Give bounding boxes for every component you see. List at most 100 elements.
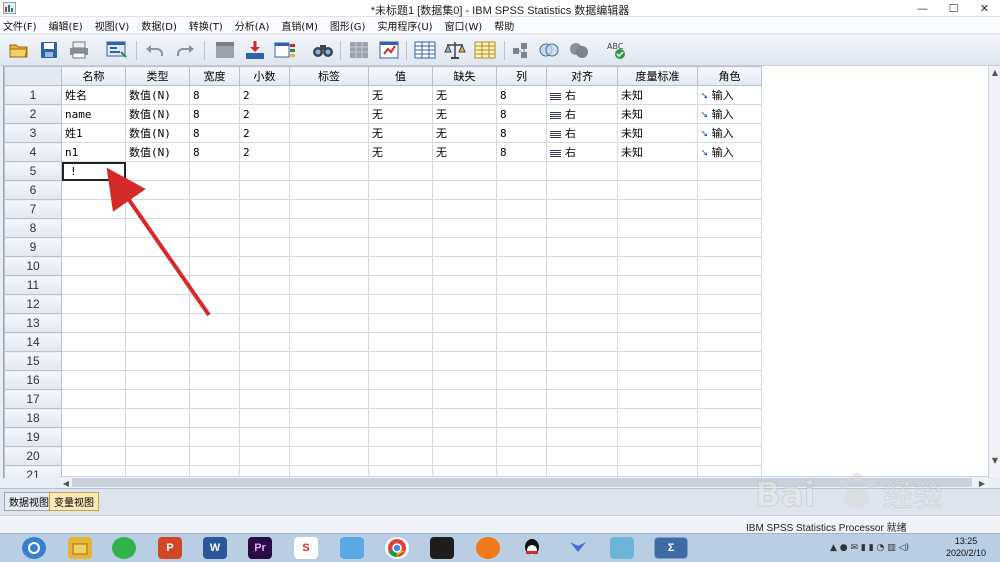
empty-cell[interactable] [546,218,618,238]
row-number[interactable]: 9 [4,237,62,257]
empty-cell[interactable] [496,370,547,390]
empty-cell[interactable] [61,294,126,314]
row-number[interactable]: 17 [4,389,62,409]
empty-cell[interactable] [125,389,190,409]
wechat-icon[interactable] [112,537,136,559]
empty-cell[interactable] [697,351,762,371]
cell-type[interactable]: 数值(N) [125,104,190,124]
open-folder-icon[interactable] [8,39,30,61]
empty-cell[interactable] [368,446,433,466]
empty-cell[interactable] [239,199,290,219]
row-number[interactable]: 7 [4,199,62,219]
empty-cell[interactable] [546,427,618,447]
cell-missing[interactable]: 无 [432,85,497,105]
empty-cell[interactable] [368,275,433,295]
empty-cell[interactable] [496,218,547,238]
dialog-recall-icon[interactable] [106,39,128,61]
cell-name[interactable]: name [61,104,126,124]
empty-cell[interactable] [125,446,190,466]
cell-align[interactable]: 右 [546,123,618,143]
empty-cell[interactable] [617,446,698,466]
column-header-type[interactable]: 类型 [125,66,190,86]
player-icon[interactable] [476,537,500,559]
menu-data[interactable]: 数据(D) [141,18,177,33]
empty-cell[interactable] [617,313,698,333]
empty-cell[interactable] [496,408,547,428]
empty-cell[interactable] [289,313,369,333]
empty-cell[interactable] [432,370,497,390]
empty-cell[interactable] [61,389,126,409]
empty-cell[interactable] [189,446,240,466]
row-number[interactable]: 5 [4,161,62,181]
empty-cell[interactable] [432,294,497,314]
empty-cell[interactable] [125,256,190,276]
empty-cell[interactable] [368,199,433,219]
minimize-button[interactable]: — [907,0,938,17]
cell-missing[interactable]: 无 [432,123,497,143]
empty-cell[interactable] [617,275,698,295]
start-button[interactable] [22,537,46,559]
feishu-icon[interactable] [566,537,590,559]
column-header-values[interactable]: 值 [368,66,433,86]
empty-cell[interactable] [496,351,547,371]
vertical-scrollbar[interactable]: ▲ ▼ [988,66,1000,478]
empty-cell[interactable] [189,256,240,276]
empty-cell[interactable] [289,389,369,409]
row-number[interactable]: 15 [4,351,62,371]
empty-cell[interactable] [546,351,618,371]
empty-cell[interactable] [239,446,290,466]
empty-cell[interactable] [189,332,240,352]
empty-cell[interactable] [432,199,497,219]
row-number[interactable]: 11 [4,275,62,295]
column-header-missing[interactable]: 缺失 [432,66,497,86]
active-name-cell[interactable]: ! [61,161,126,181]
row-number[interactable]: 14 [4,332,62,352]
maximize-button[interactable]: ☐ [938,0,969,17]
menu-view[interactable]: 视图(V) [95,18,130,33]
empty-cell[interactable] [239,161,290,181]
empty-cell[interactable] [432,427,497,447]
row-number[interactable]: 12 [4,294,62,314]
row-number[interactable]: 4 [4,142,62,162]
empty-cell[interactable] [239,275,290,295]
cell-measure[interactable]: 未知 [617,85,698,105]
empty-cell[interactable] [189,313,240,333]
print-icon[interactable] [68,39,90,61]
clock[interactable]: 13:25 2020/2/10 [946,535,986,559]
tab-variable-view[interactable]: 变量视图 [49,492,99,511]
empty-cell[interactable] [617,237,698,257]
empty-cell[interactable] [546,332,618,352]
empty-cell[interactable] [496,294,547,314]
empty-cell[interactable] [697,427,762,447]
empty-cell[interactable] [239,351,290,371]
empty-cell[interactable] [239,294,290,314]
cell-label[interactable] [289,85,369,105]
empty-cell[interactable] [432,275,497,295]
cell-name[interactable]: n1 [61,142,126,162]
weight-cases-icon[interactable] [444,39,466,61]
empty-cell[interactable] [432,408,497,428]
empty-cell[interactable] [289,218,369,238]
empty-cell[interactable] [61,237,126,257]
menu-file[interactable]: 文件(F) [3,18,37,33]
insert-cases-icon[interactable] [348,39,370,61]
video-editor-icon[interactable] [430,537,454,559]
empty-cell[interactable] [368,237,433,257]
cell-label[interactable] [289,123,369,143]
empty-cell[interactable] [125,237,190,257]
powerpoint-icon[interactable]: P [158,537,182,559]
empty-cell[interactable] [617,332,698,352]
scroll-down-icon[interactable]: ▼ [989,454,1000,466]
empty-cell[interactable] [189,351,240,371]
menu-help[interactable]: 帮助 [494,18,514,33]
column-header-columns[interactable]: 列 [496,66,547,86]
empty-cell[interactable] [697,332,762,352]
empty-cell[interactable] [368,351,433,371]
tray-icons[interactable]: ▲ ● ✉ ▮ ▮ ◔ ▥ ◁) [830,543,909,553]
wps-icon[interactable]: S [294,537,318,559]
cell-missing[interactable]: 无 [432,142,497,162]
notepad-icon[interactable] [610,537,634,559]
row-number[interactable]: 16 [4,370,62,390]
cell-type[interactable]: 数值(N) [125,142,190,162]
variables-icon[interactable] [274,39,296,61]
